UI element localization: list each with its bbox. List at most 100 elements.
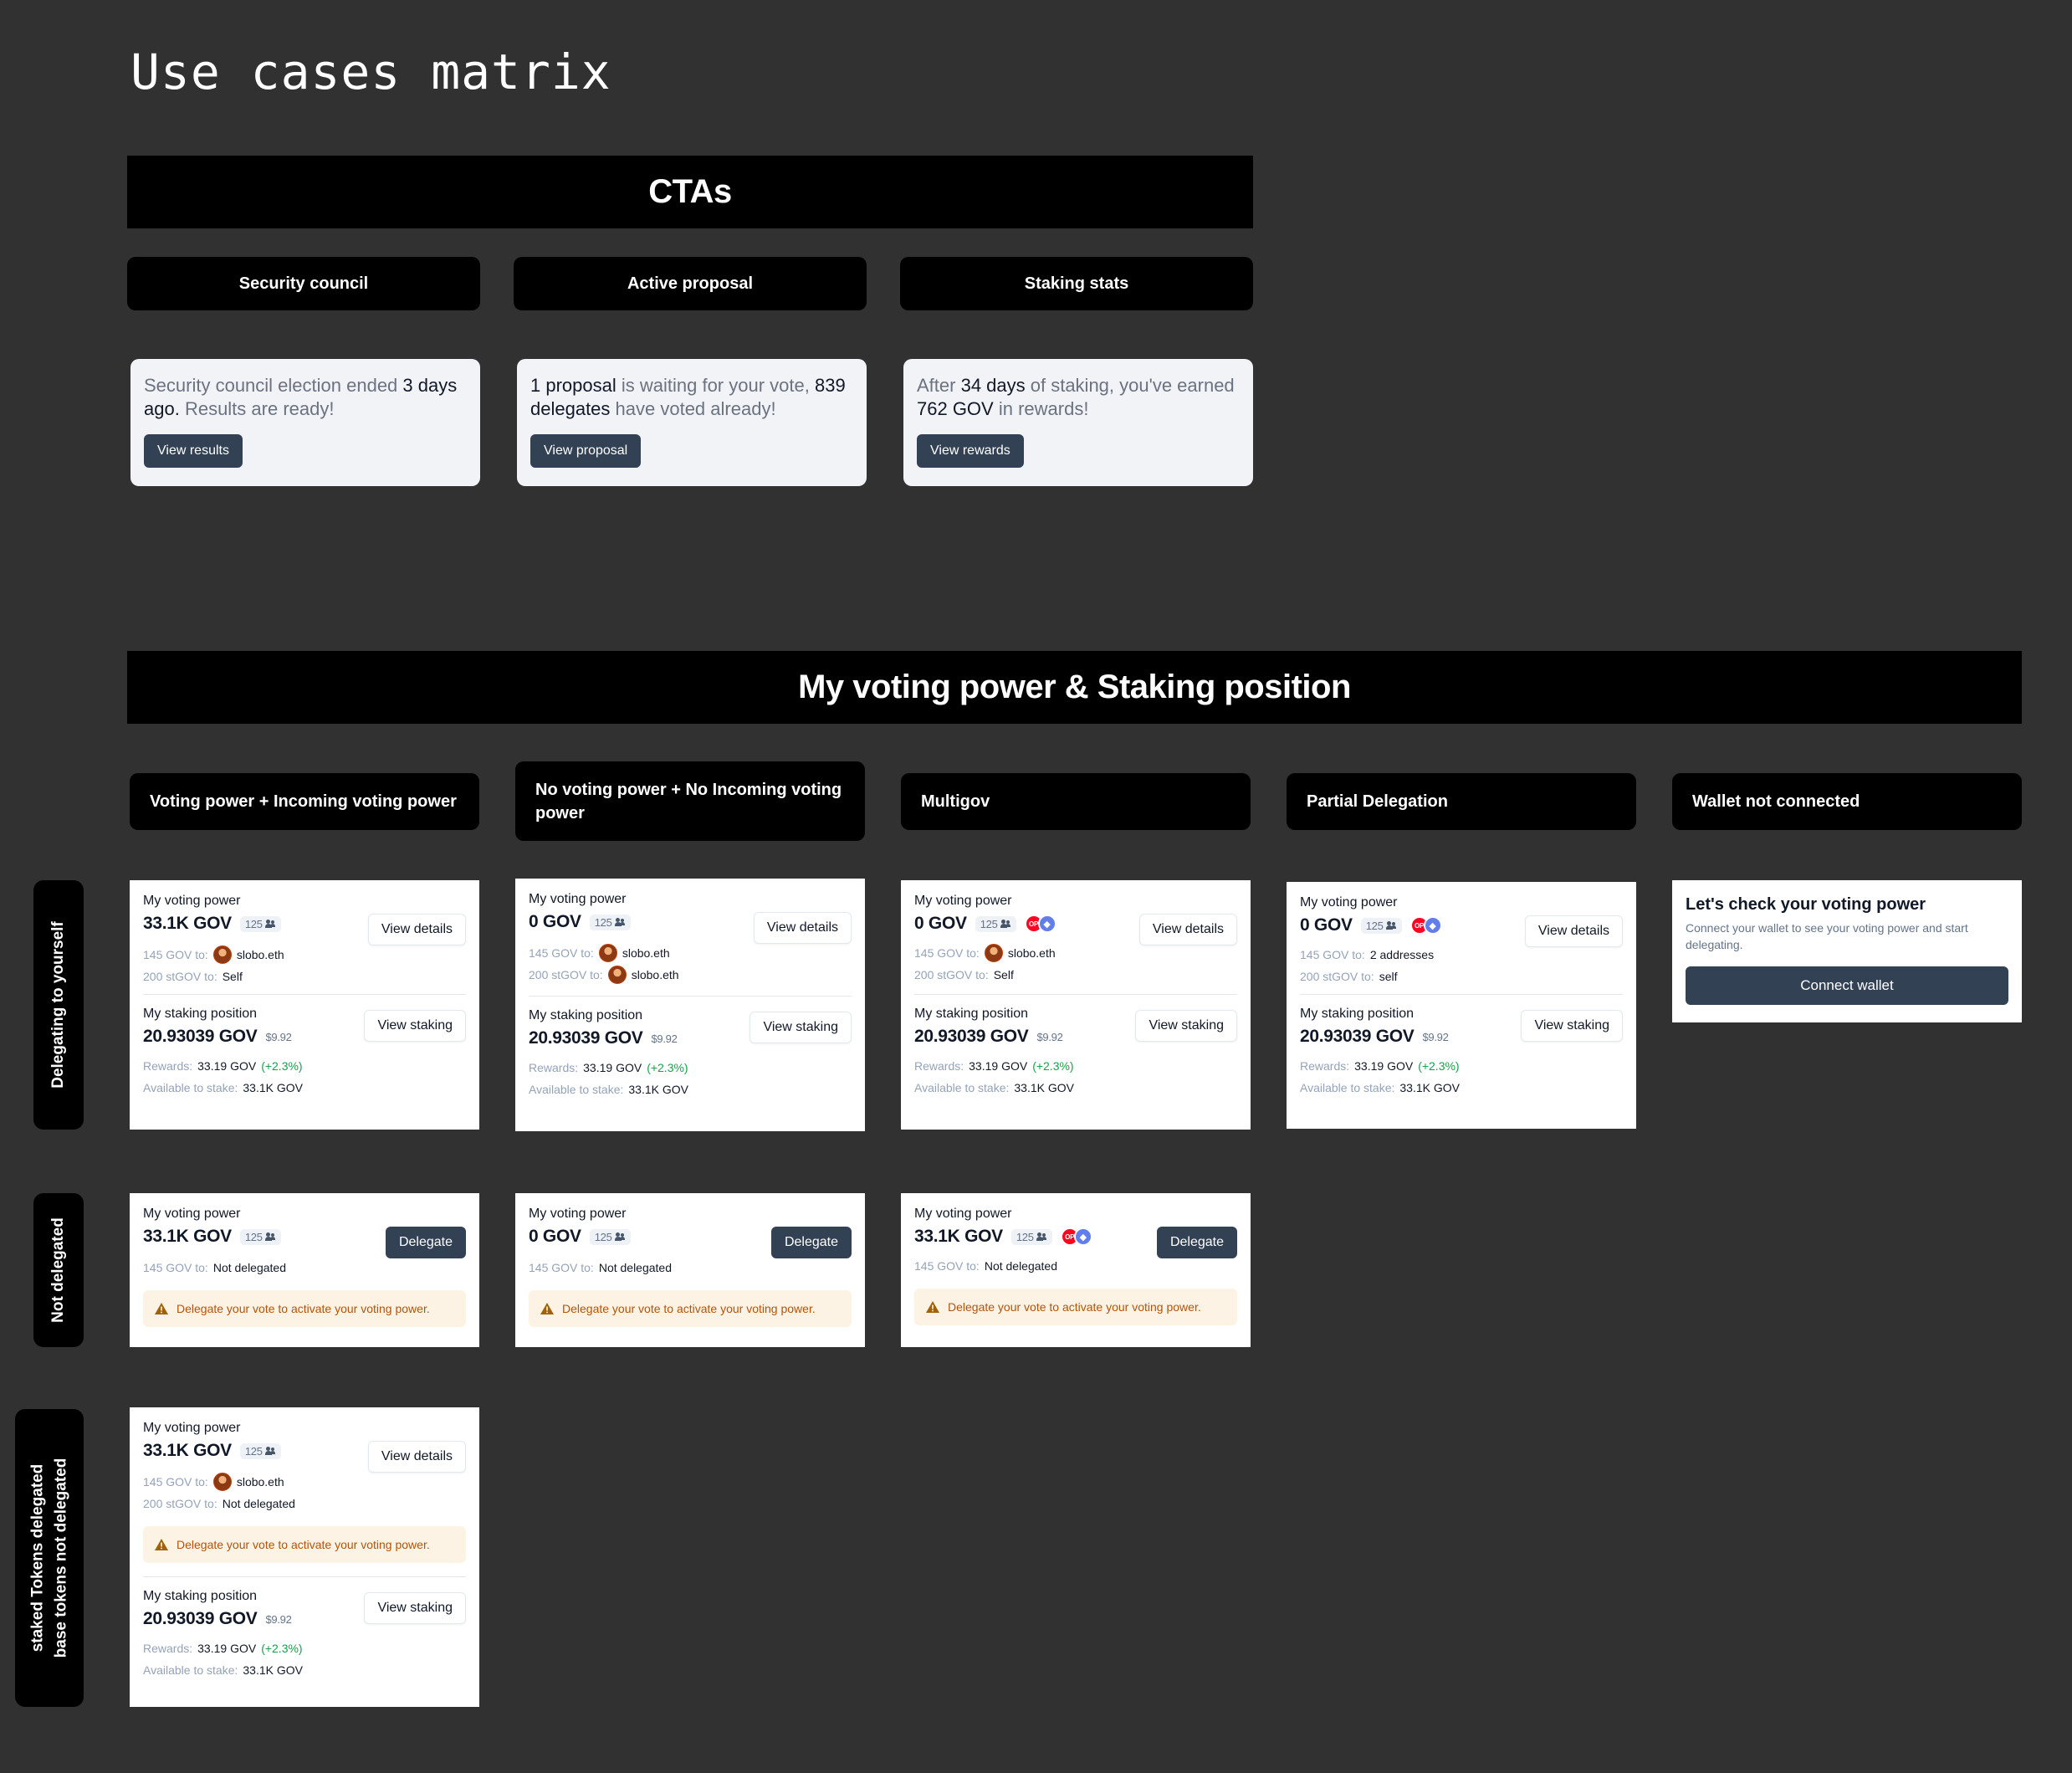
voting-power-section: My voting power 0 GOV 125 OP ◆ 145 GOV to: s… bbox=[914, 894, 1237, 994]
divider bbox=[143, 1576, 466, 1577]
staking-section: My staking position 20.93039 GOV $9.92 Re… bbox=[1300, 1007, 1623, 1099]
available-line: Available to stake: 33.1K GOV bbox=[1300, 1081, 1460, 1094]
divider bbox=[914, 994, 1237, 995]
cta-column-staking-stats: Staking stats bbox=[900, 257, 1253, 310]
staking-section: My staking position 20.93039 GOV $9.92 Re… bbox=[143, 1589, 466, 1681]
available-line: Available to stake: 33.1K GOV bbox=[529, 1083, 688, 1096]
voting-power-label: My voting power bbox=[914, 894, 1012, 908]
voting-power-label: My voting power bbox=[143, 894, 241, 908]
delegators-chip: 125 bbox=[1010, 1228, 1052, 1245]
row-not-delegated: Not delegated bbox=[33, 1193, 84, 1347]
voting-power-section: My voting power 0 GOV 125 OP ◆ 145 GOV to: 2… bbox=[1300, 895, 1623, 994]
delegators-chip: 125 bbox=[1360, 917, 1402, 934]
row-staked-delegated-base-not: staked Tokens delegated base tokens not … bbox=[15, 1409, 84, 1707]
avatar-icon bbox=[607, 966, 627, 984]
delegate-button[interactable]: Delegate bbox=[1156, 1227, 1237, 1258]
voting-power-label: My voting power bbox=[1300, 895, 1398, 910]
staking-section: My staking position 20.93039 GOV $9.92 Re… bbox=[529, 1008, 852, 1100]
view-details-button[interactable]: View details bbox=[367, 914, 466, 945]
voting-power-label: My voting power bbox=[914, 1207, 1012, 1221]
divider bbox=[1300, 994, 1623, 995]
stgov-delegation-line: 200 stGOV to: self bbox=[1300, 970, 1398, 983]
rewards-line: Rewards: 33.19 GOV (+2.3%) bbox=[1300, 1059, 1460, 1073]
view-details-button[interactable]: View details bbox=[1524, 915, 1623, 947]
card-self-incoming: My voting power 33.1K GOV 125 145 GOV to:… bbox=[130, 880, 479, 1130]
matrix-banner: My voting power & Staking position bbox=[127, 651, 2022, 724]
warning-icon bbox=[540, 1303, 554, 1314]
divider bbox=[529, 996, 852, 997]
card-staked-delegated-base-not: My voting power 33.1K GOV 125 145 GOV to:… bbox=[130, 1407, 479, 1707]
view-details-button[interactable]: View details bbox=[753, 912, 852, 944]
delegate-button[interactable]: Delegate bbox=[385, 1227, 466, 1258]
available-line: Available to stake: 33.1K GOV bbox=[143, 1663, 303, 1677]
available-line: Available to stake: 33.1K GOV bbox=[143, 1081, 303, 1094]
warning-icon bbox=[155, 1303, 168, 1314]
card-self-no-power: My voting power 0 GOV 125 145 GOV to: slob… bbox=[515, 879, 865, 1131]
delegate-warning: Delegate your vote to activate your voti… bbox=[914, 1289, 1237, 1325]
delegators-chip: 125 bbox=[589, 1228, 631, 1245]
cta-card-active-proposal: 1 proposal is waiting for your vote, 839… bbox=[517, 359, 867, 486]
card-wallet-not-connected: Let's check your voting power Connect yo… bbox=[1672, 880, 2022, 1022]
cta-card-staking-stats: After 34 days of staking, you've earned … bbox=[903, 359, 1253, 486]
view-results-button[interactable]: View results bbox=[144, 434, 243, 468]
card-self-partial: My voting power 0 GOV 125 OP ◆ 145 GOV to: 2… bbox=[1287, 882, 1636, 1129]
gov-delegation-line: 145 GOV to: slobo.eth bbox=[143, 1471, 466, 1493]
gov-delegation-line: 145 GOV to: Not delegated bbox=[529, 1261, 673, 1274]
cta-column-security-council: Security council bbox=[127, 257, 480, 310]
voting-power-section: My voting power 33.1K GOV 125 145 GOV to:… bbox=[143, 894, 466, 994]
avatar-icon bbox=[212, 945, 232, 964]
view-staking-button[interactable]: View staking bbox=[750, 1012, 852, 1043]
stgov-delegation-line: 200 stGOV to: slobo.eth bbox=[529, 964, 852, 986]
card-not-delegated-incoming: My voting power 33.1K GOV 125 145 GOV to:… bbox=[130, 1193, 479, 1347]
view-proposal-button[interactable]: View proposal bbox=[530, 434, 642, 468]
view-details-button[interactable]: View details bbox=[1138, 914, 1237, 945]
column-wallet-not-connected: Wallet not connected bbox=[1672, 773, 2022, 830]
delegators-chip: 125 bbox=[239, 915, 281, 932]
people-icon bbox=[264, 1232, 276, 1241]
gov-delegation-line: 145 GOV to: Not delegated bbox=[143, 1261, 287, 1274]
wallet-description: Connect your wallet to see your voting p… bbox=[1686, 921, 1968, 951]
voting-power-label: My voting power bbox=[529, 892, 627, 906]
view-rewards-button[interactable]: View rewards bbox=[917, 434, 1024, 468]
people-icon bbox=[1036, 1232, 1047, 1241]
stgov-delegation-line: 200 stGOV to: Self bbox=[143, 970, 243, 983]
voting-power-section: My voting power 33.1K GOV 125 145 GOV to:… bbox=[143, 1207, 466, 1279]
rewards-line: Rewards: 33.19 GOV (+2.3%) bbox=[143, 1059, 303, 1073]
ctas-banner: CTAs bbox=[127, 156, 1253, 228]
warning-icon bbox=[155, 1539, 168, 1550]
view-staking-button[interactable]: View staking bbox=[364, 1592, 466, 1624]
warning-icon bbox=[926, 1301, 939, 1313]
view-staking-button[interactable]: View staking bbox=[1135, 1010, 1237, 1042]
column-multigov: Multigov bbox=[901, 773, 1251, 830]
voting-power-section: My voting power 0 GOV 125 145 GOV to: Not … bbox=[529, 1207, 852, 1279]
people-icon bbox=[614, 918, 626, 926]
view-details-button[interactable]: View details bbox=[367, 1441, 466, 1473]
delegators-chip: 125 bbox=[975, 915, 1016, 932]
people-icon bbox=[1000, 920, 1011, 928]
view-staking-button[interactable]: View staking bbox=[364, 1010, 466, 1042]
avatar-icon bbox=[212, 1473, 232, 1491]
voting-power-label: My voting power bbox=[529, 1207, 627, 1221]
rewards-line: Rewards: 33.19 GOV (+2.3%) bbox=[529, 1061, 688, 1074]
cta-card-security-council: Security council election ended 3 days a… bbox=[130, 359, 480, 486]
view-staking-button[interactable]: View staking bbox=[1521, 1010, 1623, 1042]
voting-power-label: My voting power bbox=[143, 1421, 241, 1435]
eth-token-icon: ◆ bbox=[1073, 1227, 1092, 1246]
avatar-icon bbox=[984, 944, 1003, 962]
voting-power-section: My voting power 0 GOV 125 145 GOV to: slob… bbox=[529, 892, 852, 996]
delegate-warning: Delegate your vote to activate your voti… bbox=[143, 1290, 466, 1327]
rewards-line: Rewards: 33.19 GOV (+2.3%) bbox=[914, 1059, 1074, 1073]
eth-token-icon: ◆ bbox=[1423, 916, 1442, 935]
delegate-button[interactable]: Delegate bbox=[770, 1227, 852, 1258]
people-icon bbox=[1385, 921, 1397, 930]
avatar-icon bbox=[598, 944, 617, 962]
column-voting-power-incoming: Voting power + Incoming voting power bbox=[130, 773, 479, 830]
wallet-title: Let's check your voting power bbox=[1686, 895, 1926, 914]
connect-wallet-button[interactable]: Connect wallet bbox=[1686, 966, 2008, 1005]
card-self-multigov: My voting power 0 GOV 125 OP ◆ 145 GOV to: s… bbox=[901, 880, 1251, 1130]
cta-message: Security council election ended 3 days a… bbox=[144, 375, 458, 419]
stgov-delegation-line: 200 stGOV to: Self bbox=[914, 968, 1014, 981]
delegate-warning: Delegate your vote to activate your voti… bbox=[529, 1290, 852, 1327]
people-icon bbox=[614, 1232, 626, 1241]
delegators-chip: 125 bbox=[239, 1442, 281, 1459]
